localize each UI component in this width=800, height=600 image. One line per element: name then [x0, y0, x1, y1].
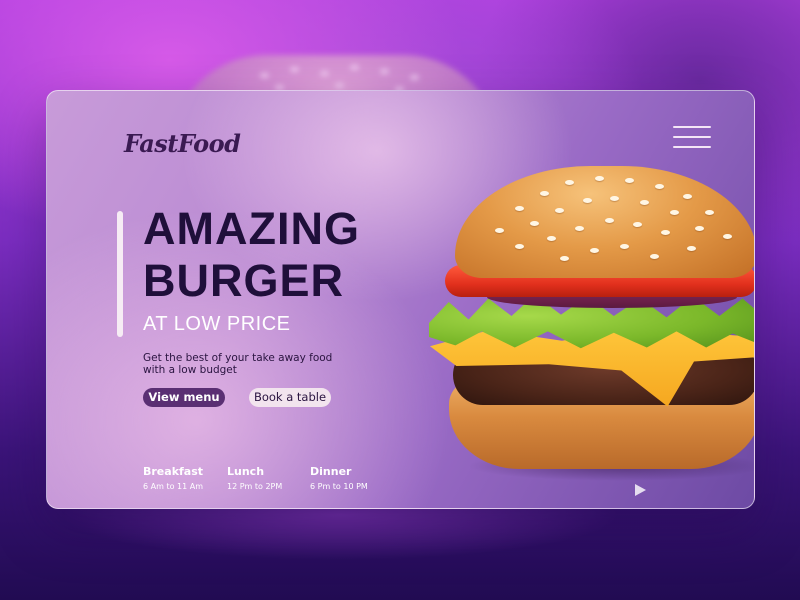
- hours-name: Breakfast: [143, 465, 204, 478]
- top-bun: [455, 166, 754, 278]
- hours-time: 12 Pm to 2PM: [227, 482, 283, 491]
- hero-headline: AMAZING BURGER: [143, 203, 360, 307]
- hero-card: FastFood AMAZING BURGER AT LOW PRICE Get…: [46, 90, 755, 509]
- hero-description: Get the best of your take away food with…: [143, 352, 333, 376]
- hours-name: Lunch: [227, 465, 265, 478]
- hero-subheadline: AT LOW PRICE: [143, 313, 291, 335]
- headline-line-1: AMAZING: [143, 203, 360, 254]
- hamburger-menu-icon[interactable]: [673, 124, 711, 150]
- accent-bar: [117, 211, 123, 337]
- headline-line-2: BURGER: [143, 255, 345, 306]
- hours-time: 6 Pm to 10 PM: [310, 482, 368, 491]
- view-menu-button[interactable]: View menu: [143, 388, 225, 407]
- hours-time: 6 Am to 11 Am: [143, 482, 204, 491]
- hours-dinner: Dinner 6 Pm to 10 PM: [310, 465, 368, 491]
- hours-lunch: Lunch 12 Pm to 2PM: [227, 465, 282, 491]
- play-icon[interactable]: [635, 484, 646, 496]
- hours-name: Dinner: [310, 465, 352, 478]
- burger-image: [427, 161, 754, 481]
- book-table-button[interactable]: Book a table: [249, 388, 331, 407]
- brand-logo[interactable]: FastFood: [124, 129, 241, 158]
- hours-breakfast: Breakfast 6 Am to 11 Am: [143, 465, 203, 491]
